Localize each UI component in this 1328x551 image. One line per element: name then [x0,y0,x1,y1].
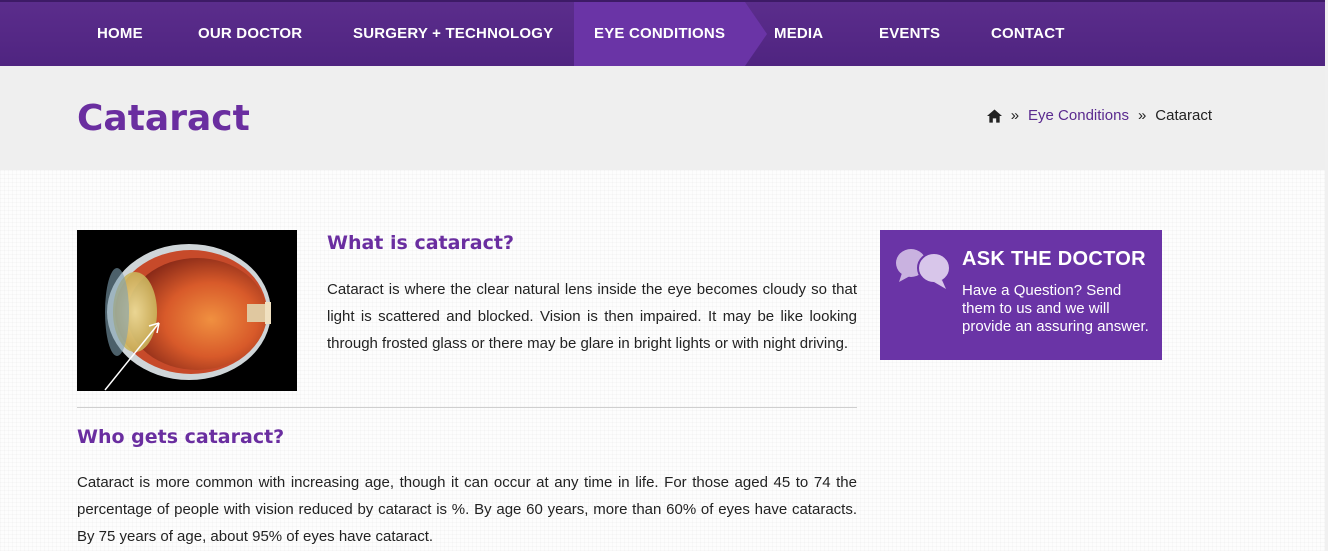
nav-item-media[interactable]: MEDIA [774,2,823,66]
home-icon[interactable] [986,108,1002,123]
ask-the-doctor-text: Have a Question? Send them to us and we … [962,282,1149,335]
nav-item-our-doctor[interactable]: OUR DOCTOR [198,2,302,66]
nav-item-home[interactable]: HOME [97,2,143,66]
main-nav: HOME OUR DOCTOR SURGERY + TECHNOLOGY EYE… [0,0,1325,66]
nav-item-contact[interactable]: CONTACT [991,2,1065,66]
section-what-is-cataract-text: Cataract is where the clear natural lens… [327,281,857,352]
section-divider [77,407,857,408]
page-title: Cataract [77,98,250,139]
section-who-gets-cataract-text: Cataract is more common with increasing … [77,474,857,545]
breadcrumb-separator: » [1137,107,1147,124]
breadcrumb-eye-conditions-link[interactable]: Eye Conditions [1028,107,1129,124]
ask-the-doctor-box[interactable]: ASK THE DOCTOR Have a Question? Send the… [880,230,1162,360]
breadcrumb: » Eye Conditions » Cataract [986,107,1212,124]
breadcrumb-current: Cataract [1155,107,1212,124]
nav-item-events[interactable]: EVENTS [879,2,940,66]
section-what-is-cataract-title: What is cataract? [327,232,514,254]
nav-item-surgery-technology[interactable]: SURGERY + TECHNOLOGY [353,2,553,66]
speech-bubbles-icon [896,249,951,289]
ask-the-doctor-title: ASK THE DOCTOR [962,248,1146,270]
eye-anatomy-image [77,230,297,391]
breadcrumb-separator: » [1010,107,1020,124]
section-who-gets-cataract-title: Who gets cataract? [77,426,285,448]
nav-item-eye-conditions[interactable]: EYE CONDITIONS [574,2,768,66]
